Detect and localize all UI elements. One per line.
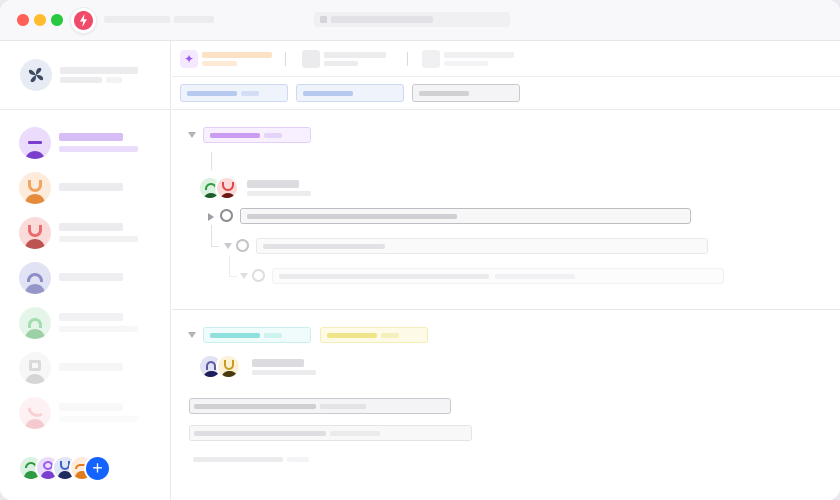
avatar: [19, 307, 51, 339]
bolt-app-icon[interactable]: [70, 7, 97, 34]
title-bar: [0, 0, 840, 41]
status-circle-icon[interactable]: [252, 269, 265, 282]
sidebar-user-1[interactable]: [0, 127, 171, 163]
thread-author-placeholder: [252, 359, 304, 367]
document-icon: [302, 50, 320, 68]
message-row-3[interactable]: [189, 454, 389, 464]
toolbar-item-2[interactable]: [300, 41, 400, 77]
group-tag-teal[interactable]: [203, 327, 311, 343]
close-window-button[interactable]: [17, 14, 29, 26]
filter-chip-1[interactable]: [180, 84, 288, 102]
filter-bar: [172, 77, 840, 110]
sidebar-user-3[interactable]: [0, 217, 171, 253]
window-subtitle-placeholder: [174, 16, 214, 23]
avatar: [19, 397, 51, 429]
thread-avatars: [198, 354, 244, 382]
sidebar-user-7[interactable]: [0, 397, 171, 433]
filter-chip-2[interactable]: [296, 84, 404, 102]
filter-chip-3[interactable]: [412, 84, 520, 102]
group-tag-purple[interactable]: [203, 127, 311, 143]
task-row-3[interactable]: [272, 268, 724, 284]
app-window: + ✦: [0, 0, 840, 500]
thread-meta-placeholder: [252, 370, 316, 375]
sidebar-user-4[interactable]: [0, 262, 171, 298]
zoom-window-button[interactable]: [51, 14, 63, 26]
minimize-window-button[interactable]: [34, 14, 46, 26]
sidebar: +: [0, 41, 171, 500]
toolbar-separator: [407, 52, 408, 66]
expand-caret-icon[interactable]: [208, 213, 214, 221]
status-circle-icon[interactable]: [220, 209, 233, 222]
address-bar[interactable]: [314, 12, 510, 27]
avatar: [19, 217, 51, 249]
thread-meta-placeholder: [247, 191, 311, 196]
document-icon: [422, 50, 440, 68]
collapse-caret-icon[interactable]: [224, 243, 232, 249]
collapse-caret-icon[interactable]: [188, 332, 196, 338]
message-row-1[interactable]: [189, 398, 451, 414]
lock-icon: [320, 16, 327, 23]
workspace-name-placeholder: [60, 67, 138, 74]
toolbar: ✦: [172, 41, 840, 77]
window-title-placeholder: [104, 16, 170, 23]
toolbar-item-ai[interactable]: ✦: [172, 41, 276, 77]
collapse-caret-icon[interactable]: [240, 273, 248, 279]
flower-logo-icon: [20, 59, 52, 91]
sparkle-icon: ✦: [180, 50, 198, 68]
section-divider: [172, 309, 840, 310]
sidebar-user-6[interactable]: [0, 352, 171, 388]
message-row-2[interactable]: [189, 425, 472, 441]
task-row-2[interactable]: [256, 238, 708, 254]
workspace-meta-placeholder: [60, 77, 102, 83]
main-panel: ✦: [172, 41, 840, 500]
toolbar-separator: [285, 52, 286, 66]
status-circle-icon[interactable]: [236, 239, 249, 252]
sidebar-user-5[interactable]: [0, 307, 171, 343]
workspace-header[interactable]: [0, 41, 171, 110]
avatar: [19, 262, 51, 294]
toolbar-item-3[interactable]: [420, 41, 520, 77]
sidebar-user-2[interactable]: [0, 172, 171, 208]
group-tag-yellow[interactable]: [320, 327, 428, 343]
thread-avatars: [198, 176, 244, 204]
collapse-caret-icon[interactable]: [188, 132, 196, 138]
avatar: [19, 352, 51, 384]
task-row-1[interactable]: [240, 208, 691, 224]
add-user-button[interactable]: +: [84, 455, 111, 482]
thread-author-placeholder: [247, 180, 299, 188]
avatar: [19, 172, 51, 204]
avatar: [19, 127, 51, 159]
